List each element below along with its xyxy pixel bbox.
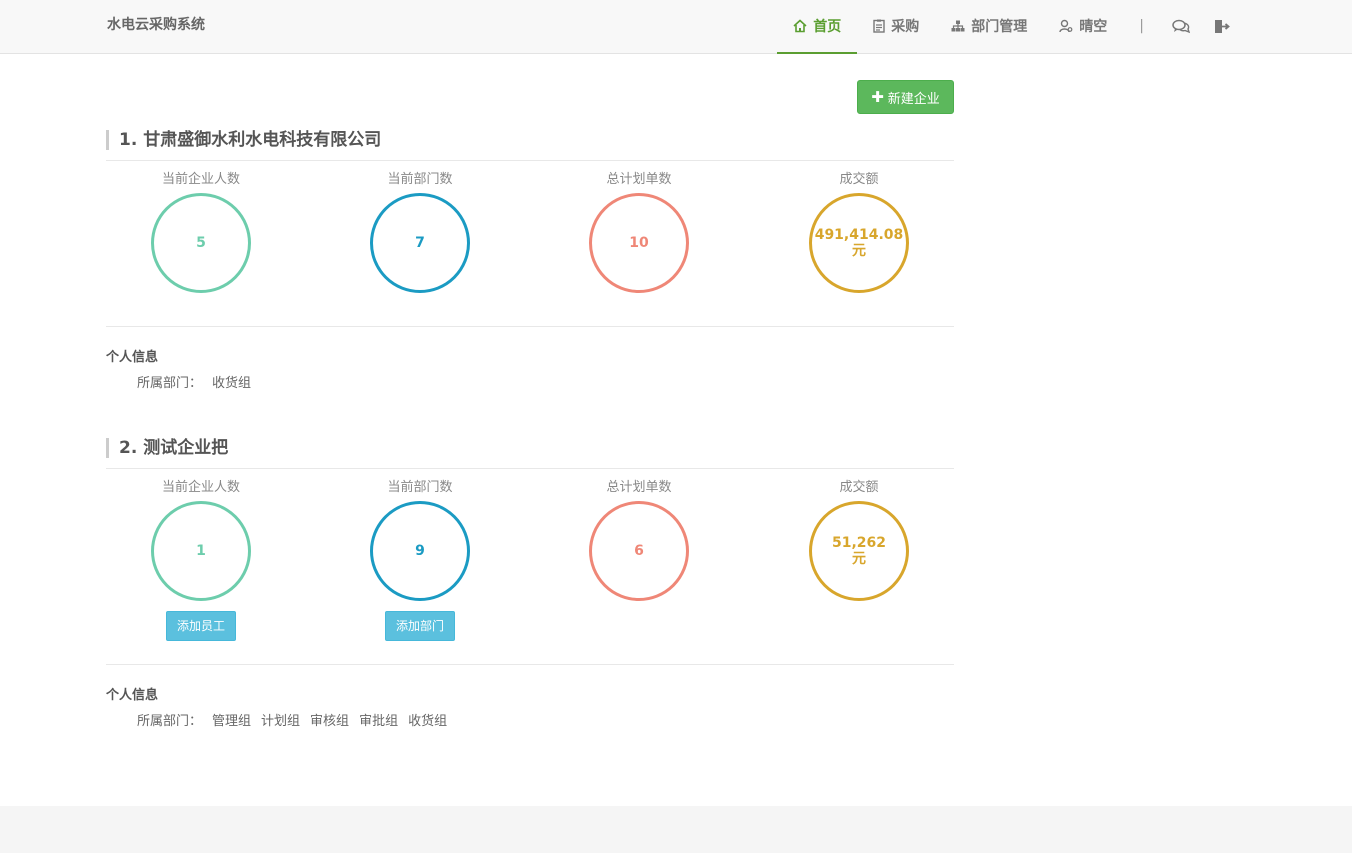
page-footer xyxy=(0,806,1352,853)
dept-tag: 审批组 xyxy=(359,714,399,729)
stat-department-count: 当前部门数 9 添加部门 xyxy=(360,478,480,641)
stat-value: 1 xyxy=(196,543,206,559)
company-stats-1: 当前企业人数 5 当前部门数 7 总计划单数 10 成交额 491,414.08… xyxy=(106,170,954,320)
new-company-label: 新建企业 xyxy=(887,91,940,107)
dept-list-2: 所属部门： 管理组 计划组 审核组 审批组 收货组 xyxy=(137,710,457,729)
stat-value: 9 xyxy=(415,543,425,559)
logout-icon[interactable] xyxy=(1202,0,1242,52)
plus-icon: ✚ xyxy=(871,88,884,106)
stat-plan-count: 总计划单数 6 xyxy=(579,478,699,601)
dept-tag: 审核组 xyxy=(310,714,350,729)
stat-circle: 10 xyxy=(589,193,689,293)
company-card-2: 2. 测试企业把 xyxy=(106,438,954,458)
dept-list-1: 所属部门： 收货组 xyxy=(137,372,261,391)
nav-separator: | xyxy=(1139,18,1144,34)
stat-plan-count: 总计划单数 10 xyxy=(579,170,699,293)
stat-circle: 9 xyxy=(370,501,470,601)
stat-value: 6 xyxy=(634,543,644,559)
dept-tag: 管理组 xyxy=(212,714,252,729)
stat-value: 10 xyxy=(629,235,649,251)
stat-value: 5 xyxy=(196,235,206,251)
company-stats-2: 当前企业人数 1 添加员工 当前部门数 9 添加部门 总计划单数 6 成交额 5… xyxy=(106,478,954,648)
dept-label: 所属部门： xyxy=(137,714,203,729)
divider xyxy=(106,468,954,469)
home-icon xyxy=(793,19,807,33)
nav-item-purchase[interactable]: 采购 xyxy=(857,0,935,52)
company-title: 1. 甘肃盛御水利水电科技有限公司 xyxy=(106,130,954,150)
stat-department-count: 当前部门数 7 xyxy=(360,170,480,293)
dept-tag: 收货组 xyxy=(408,714,448,729)
stat-label: 当前企业人数 xyxy=(161,172,240,187)
stat-employee-count: 当前企业人数 1 添加员工 xyxy=(141,478,261,641)
add-department-button[interactable]: 添加部门 xyxy=(385,611,455,641)
sitemap-icon xyxy=(951,20,965,32)
dept-label: 所属部门： xyxy=(137,376,203,391)
nav-item-label: 部门管理 xyxy=(971,19,1028,35)
user-icon xyxy=(1059,19,1073,33)
stat-circle: 491,414.08 元 xyxy=(809,193,909,293)
stat-circle: 51,262 元 xyxy=(809,501,909,601)
clipboard-icon xyxy=(873,19,885,33)
stat-label: 成交额 xyxy=(839,480,879,495)
stat-label: 当前企业人数 xyxy=(161,480,240,495)
dept-tag: 收货组 xyxy=(212,376,252,391)
stat-label: 当前部门数 xyxy=(387,172,453,187)
nav-item-label: 首页 xyxy=(813,19,842,35)
top-navbar: 水电云采购系统 首页 采购 部门管理 晴空 | xyxy=(0,0,1352,54)
nav-item-department[interactable]: 部门管理 xyxy=(935,0,1043,52)
personal-info-title: 个人信息 xyxy=(106,688,159,703)
stat-value: 7 xyxy=(415,235,425,251)
nav-item-user[interactable]: 晴空 xyxy=(1043,0,1123,52)
stat-turnover: 成交额 491,414.08 元 xyxy=(799,170,919,293)
dept-tag: 计划组 xyxy=(261,714,301,729)
company-title: 2. 测试企业把 xyxy=(106,438,954,458)
app-brand[interactable]: 水电云采购系统 xyxy=(107,0,205,52)
new-company-button[interactable]: ✚ 新建企业 xyxy=(857,80,954,114)
company-card-1: 1. 甘肃盛御水利水电科技有限公司 xyxy=(106,130,954,150)
stat-value: 491,414.08 xyxy=(814,227,904,243)
stat-circle: 1 xyxy=(151,501,251,601)
stat-value: 51,262 xyxy=(831,535,887,551)
divider xyxy=(106,664,954,665)
stat-label: 当前部门数 xyxy=(387,480,453,495)
add-employee-button[interactable]: 添加员工 xyxy=(166,611,236,641)
nav-item-label: 晴空 xyxy=(1079,19,1108,35)
stat-unit: 元 xyxy=(852,551,866,567)
stat-circle: 7 xyxy=(370,193,470,293)
nav-item-label: 采购 xyxy=(891,19,920,35)
stat-turnover: 成交额 51,262 元 xyxy=(799,478,919,601)
divider xyxy=(106,326,954,327)
personal-info-title: 个人信息 xyxy=(106,350,159,365)
stat-unit: 元 xyxy=(852,243,866,259)
stat-label: 成交额 xyxy=(839,172,879,187)
chat-icon[interactable] xyxy=(1160,0,1202,52)
stat-employee-count: 当前企业人数 5 xyxy=(141,170,261,293)
stat-label: 总计划单数 xyxy=(606,480,672,495)
divider xyxy=(106,160,954,161)
main-nav: 首页 采购 部门管理 晴空 | xyxy=(777,0,1242,54)
stat-circle: 6 xyxy=(589,501,689,601)
stat-label: 总计划单数 xyxy=(606,172,672,187)
nav-item-home[interactable]: 首页 xyxy=(777,0,858,54)
stat-circle: 5 xyxy=(151,193,251,293)
